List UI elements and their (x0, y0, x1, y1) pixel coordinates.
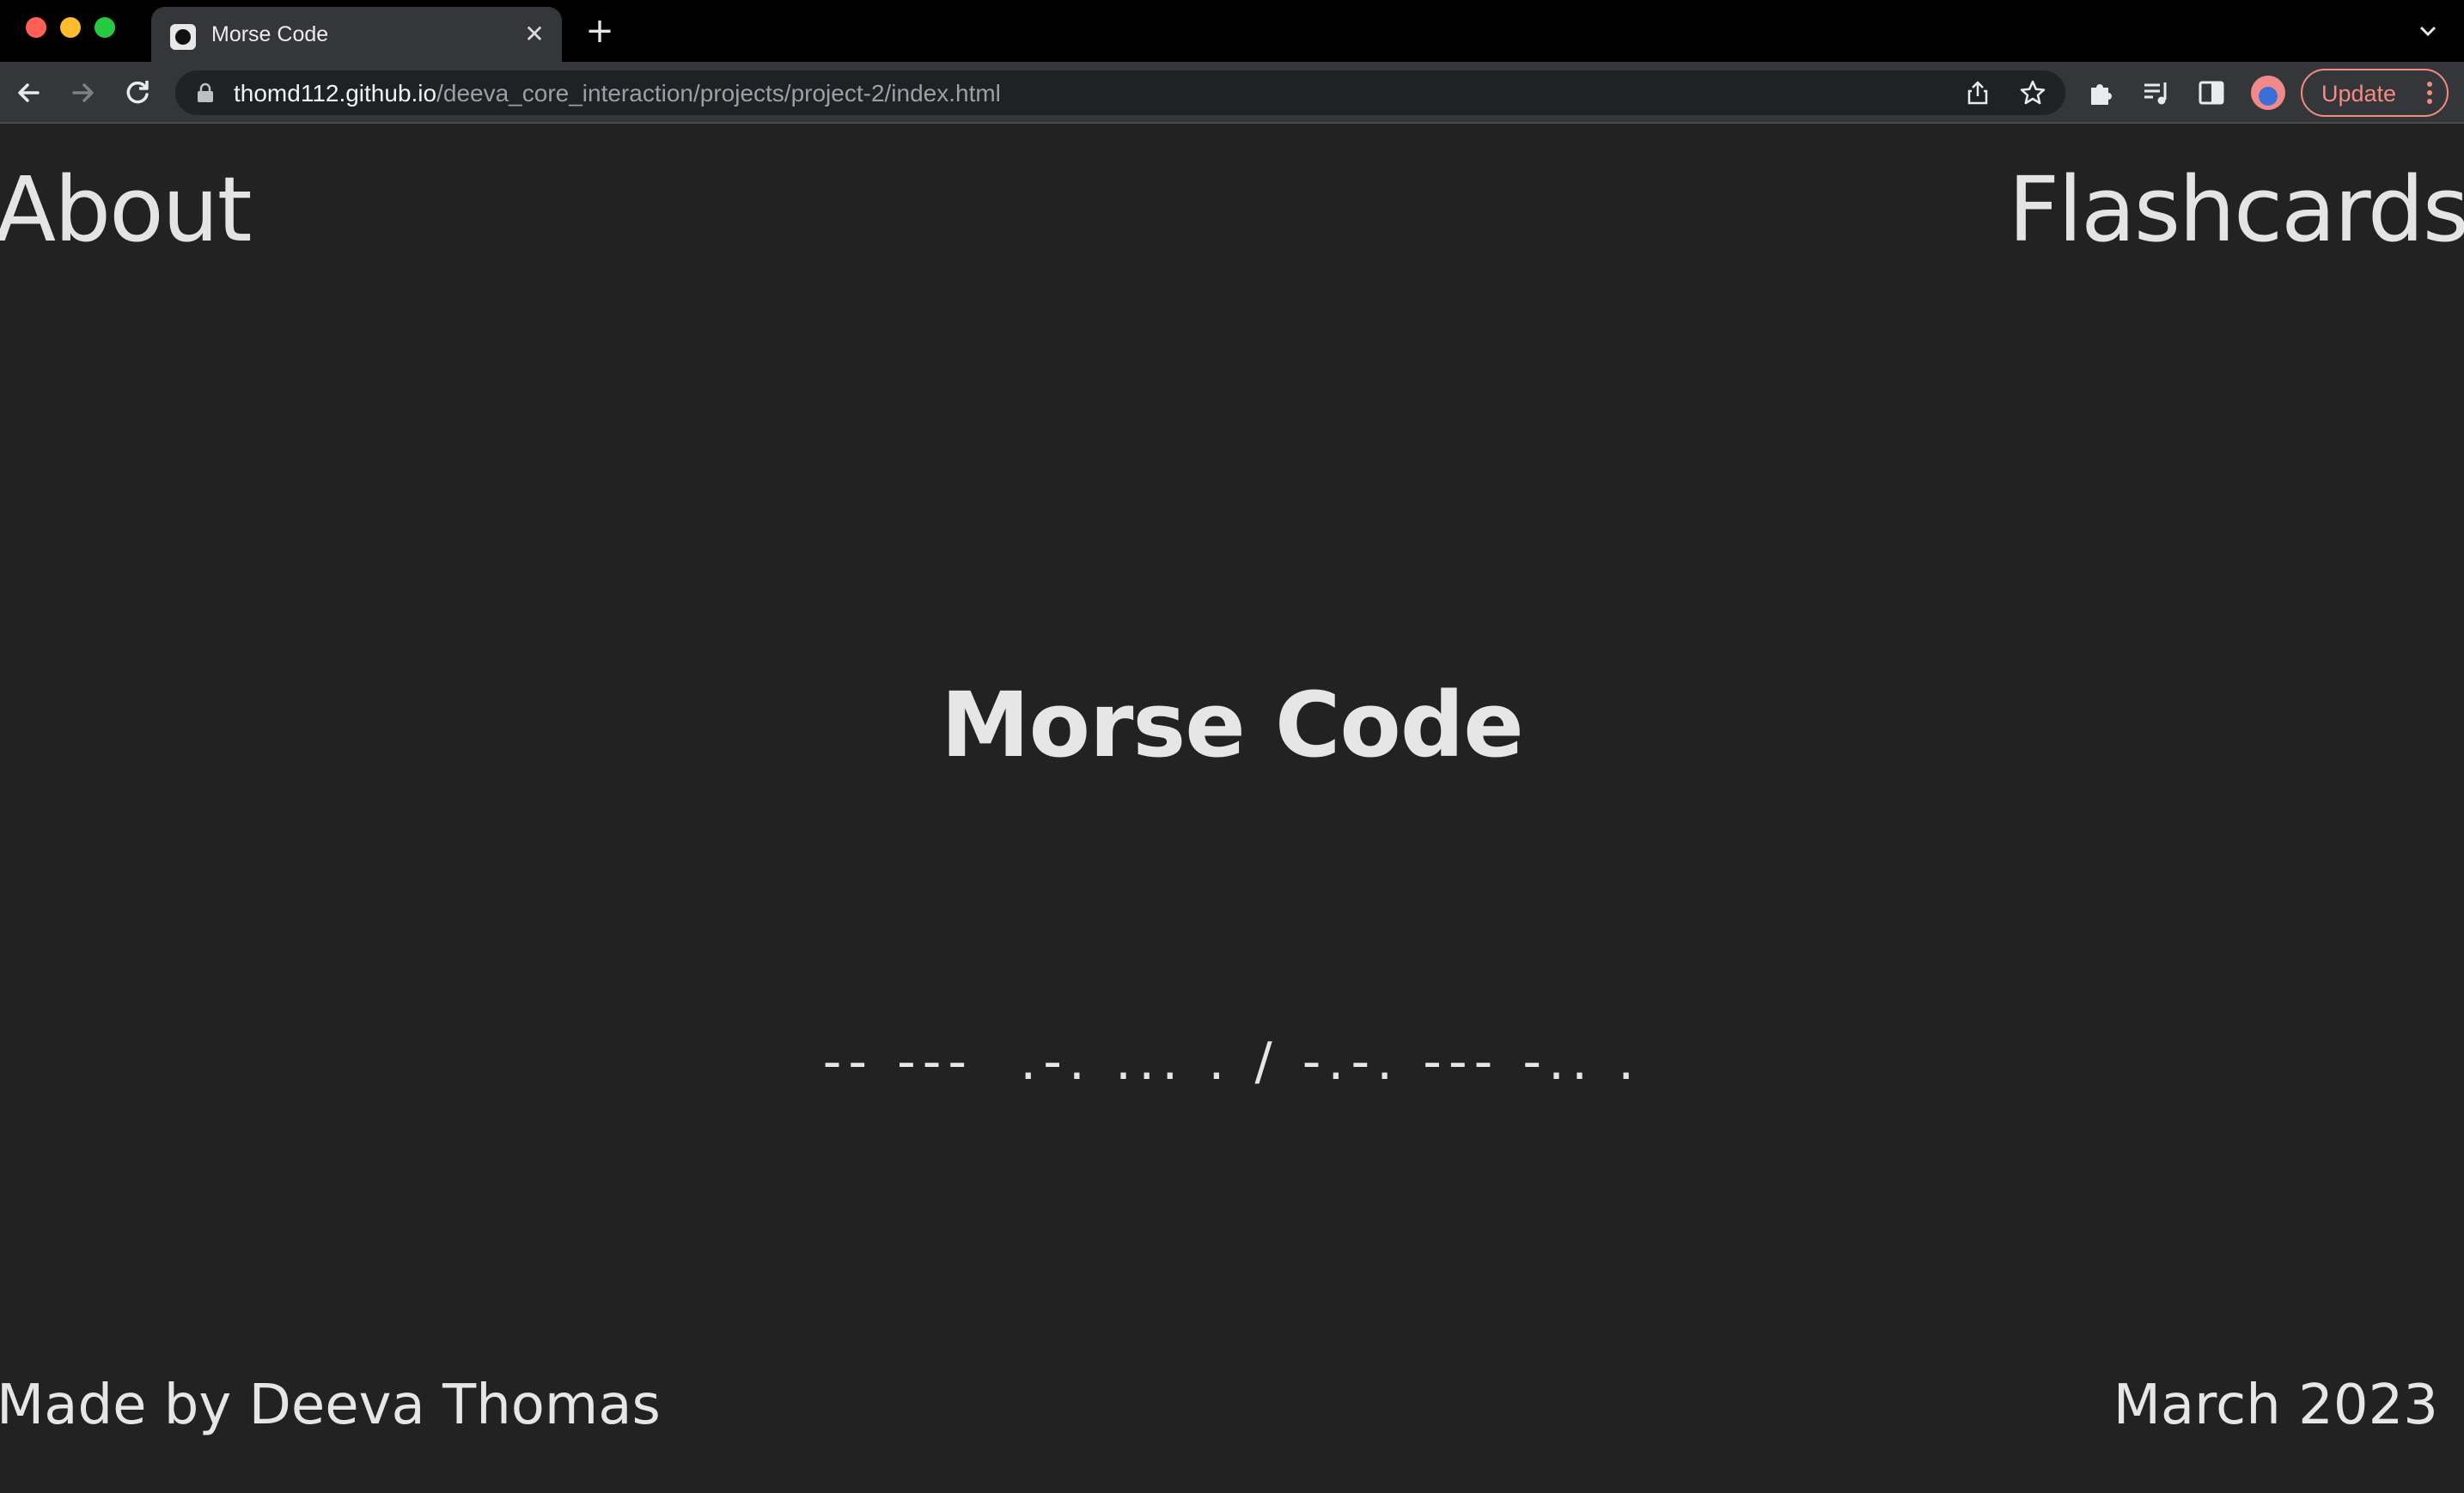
extensions-puzzle-icon[interactable] (2086, 77, 2117, 108)
forward-arrow-icon[interactable] (64, 74, 101, 112)
update-button[interactable]: Update (2301, 69, 2449, 117)
browser-toolbar: thomd112.github.io/deeva_core_interactio… (0, 62, 2464, 124)
page-title: Morse Code (941, 673, 1524, 777)
browser-tab[interactable]: Morse Code ✕ (151, 7, 562, 62)
update-label: Update (2321, 81, 2397, 107)
page-content: About Flashcards Morse Code -- --- .-. .… (0, 125, 2464, 1493)
url-text: thomd112.github.io/deeva_core_interactio… (234, 80, 1001, 107)
browser-tab-bar: Morse Code ✕ + (0, 0, 2464, 62)
footer-date: March 2023 (2113, 1374, 2438, 1437)
tab-search-chevron-icon[interactable] (2414, 17, 2442, 45)
footer-credit: Made by Deeva Thomas (0, 1374, 661, 1437)
tab-close-icon[interactable]: ✕ (519, 19, 550, 50)
bookmark-star-icon[interactable] (2019, 79, 2046, 107)
flashcards-link[interactable]: Flashcards (2008, 165, 2464, 254)
favicon-icon (170, 24, 196, 50)
back-arrow-icon[interactable] (10, 74, 48, 112)
maximize-window-button[interactable] (95, 17, 115, 38)
close-window-button[interactable] (26, 17, 46, 38)
side-panel-icon[interactable] (2196, 77, 2227, 108)
new-tab-button[interactable]: + (581, 12, 619, 50)
about-link[interactable]: About (0, 165, 252, 254)
address-bar[interactable]: thomd112.github.io/deeva_core_interactio… (175, 70, 2065, 115)
tab-title: Morse Code (211, 22, 329, 46)
morse-code-text: -- --- .-. ... . / -.-. --- -.. . (822, 1032, 1642, 1092)
more-menu-icon[interactable] (2426, 82, 2433, 106)
profile-avatar[interactable] (2251, 76, 2285, 110)
lock-icon[interactable] (196, 82, 215, 103)
share-icon[interactable] (1964, 79, 1991, 107)
minimize-window-button[interactable] (60, 17, 81, 38)
reload-icon[interactable] (119, 74, 156, 112)
media-control-icon[interactable] (2141, 77, 2172, 108)
